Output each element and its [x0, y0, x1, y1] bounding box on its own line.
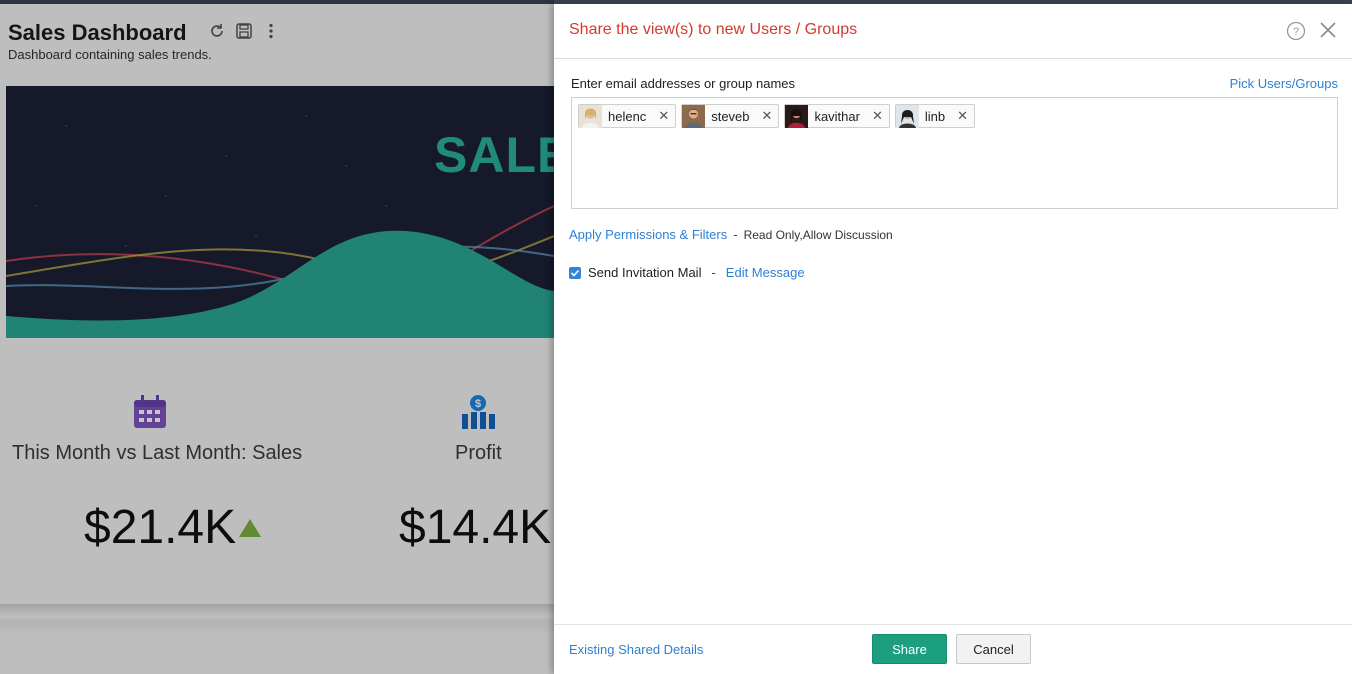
recipient-name: steveb — [711, 108, 750, 124]
close-icon[interactable] — [1318, 20, 1338, 40]
recipient-chip-linb: linb ✕ — [894, 104, 976, 128]
avatar — [785, 104, 809, 128]
cancel-button[interactable]: Cancel — [956, 634, 1031, 664]
avatar — [682, 104, 706, 128]
modal-overlay[interactable] — [0, 0, 554, 674]
recipient-name: kavithar — [814, 108, 860, 124]
check-icon — [570, 269, 580, 277]
recipient-chip-helenc: helenc ✕ — [578, 104, 677, 128]
recipient-name: helenc — [608, 108, 647, 124]
permissions-separator: - — [733, 227, 738, 242]
edit-message-link[interactable]: Edit Message — [726, 265, 805, 280]
invitation-row: Send Invitation Mail - Edit Message — [569, 265, 805, 280]
dialog-title: Share the view(s) to new Users / Groups — [569, 21, 858, 38]
remove-recipient-button[interactable]: ✕ — [762, 108, 773, 124]
recipient-chips: helenc ✕ steveb ✕ kavithar ✕ linb ✕ — [578, 104, 976, 128]
dialog-header: Share the view(s) to new Users / Groups … — [554, 4, 1352, 59]
send-invitation-label[interactable]: Send Invitation Mail — [588, 265, 701, 280]
recipient-chip-steveb: steveb ✕ — [681, 104, 780, 128]
invitation-separator: - — [711, 265, 716, 280]
help-circle-icon[interactable]: ? — [1286, 21, 1306, 41]
avatar — [895, 104, 919, 128]
existing-shared-details-link[interactable]: Existing Shared Details — [569, 642, 703, 657]
dialog-footer: Existing Shared Details Share Cancel — [554, 624, 1352, 674]
share-dialog: Share the view(s) to new Users / Groups … — [554, 4, 1352, 674]
email-field-label: Enter email addresses or group names — [571, 76, 796, 91]
share-button[interactable]: Share — [872, 634, 947, 664]
permissions-summary: Read Only,Allow Discussion — [743, 227, 893, 242]
remove-recipient-button[interactable]: ✕ — [872, 108, 883, 124]
send-invitation-checkbox[interactable] — [569, 266, 581, 279]
remove-recipient-button[interactable]: ✕ — [658, 108, 669, 124]
remove-recipient-button[interactable]: ✕ — [957, 108, 968, 124]
recipients-input[interactable]: helenc ✕ steveb ✕ kavithar ✕ linb ✕ — [571, 97, 1338, 209]
permissions-row: Apply Permissions & Filters - Read Only,… — [569, 227, 893, 242]
pick-users-groups-link[interactable]: Pick Users/Groups — [1230, 76, 1338, 91]
recipient-chip-kavithar: kavithar ✕ — [784, 104, 890, 128]
apply-permissions-link[interactable]: Apply Permissions & Filters — [569, 227, 727, 242]
recipient-name: linb — [924, 108, 946, 124]
avatar — [579, 104, 602, 128]
svg-text:?: ? — [1293, 26, 1299, 38]
